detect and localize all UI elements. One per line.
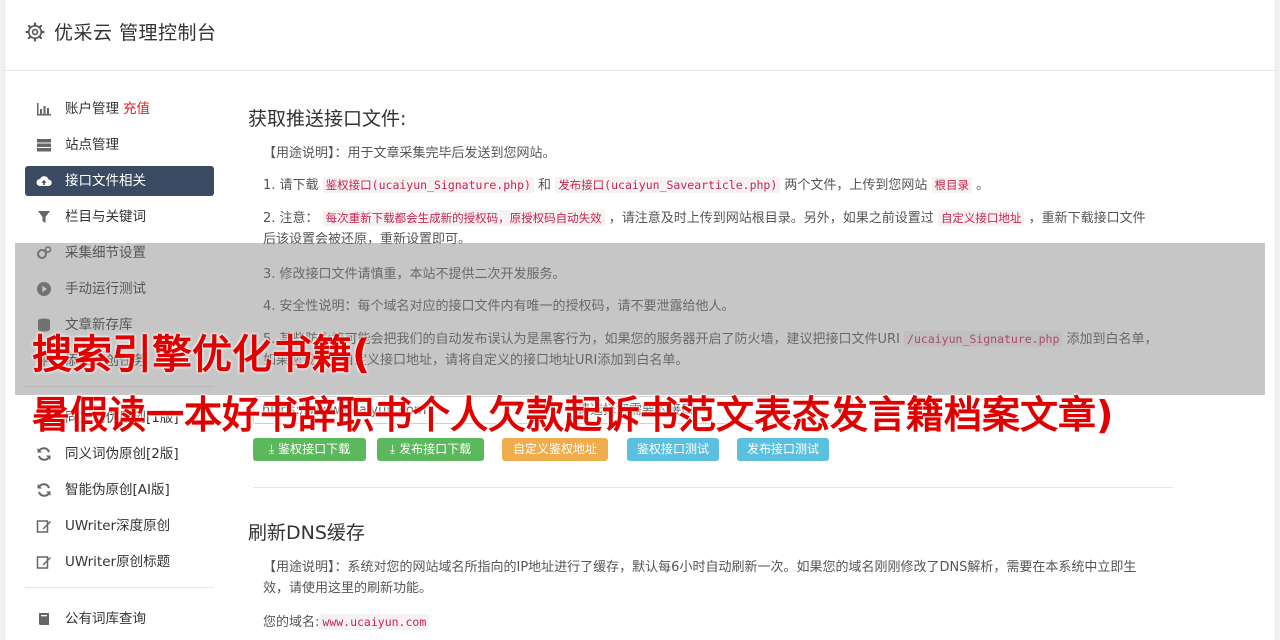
bar-chart-icon [37,103,51,116]
signature-file-name: 鉴权接口(ucaiyun_Signature.php) [322,177,534,193]
sidebar-item-uwriter-title[interactable]: UWriter原创标题 [25,547,214,577]
auth-code-warning: 每次重新下载都会生成新的授权码，原授权码自动失效 [322,210,605,226]
book-icon [38,613,49,625]
download-icon: ⤓ [389,442,396,456]
filter-icon [38,211,50,223]
root-dir-label: 根目录 [931,177,973,193]
domain-value: www.ucaiyun.com [319,614,430,630]
sidebar-item-label: 同义词伪原创[2版] [65,446,179,462]
sidebar-item-label: 站点管理 [65,137,119,153]
cloud-upload-icon [36,176,52,186]
sidebar-item-public-thesaurus[interactable]: 公有词库查询 [25,604,214,634]
section-title-dns: 刷新DNS缓存 [248,522,365,544]
app-header: 优采云 管理控制台 [5,0,1275,71]
sidebar-divider [25,587,214,588]
sidebar-item-ai-rewrite[interactable]: 智能伪原创[AI版] [25,475,214,505]
instruction-1: 1. 请下载 鉴权接口(ucaiyun_Signature.php) 和 发布接… [263,177,990,193]
edit-icon [36,520,51,533]
custom-endpoint-label: 自定义接口地址 [937,210,1025,226]
gear-icon [25,22,45,42]
sidebar-item-uwriter-deep[interactable]: UWriter深度原创 [25,511,214,541]
overlay-headline-line2: 暑假读一本好书辞职书个人欠款起诉书范文表态发言籍档案文章) [32,393,1114,437]
test-signature-button[interactable]: 鉴权接口测试 [627,438,719,461]
edit-icon [36,556,51,569]
download-signature-button[interactable]: ⤓ 鉴权接口下载 [253,438,366,461]
download-publish-button[interactable]: ⤓ 发布接口下载 [377,438,484,461]
download-icon: ⤓ [268,442,275,456]
refresh-icon [37,483,51,497]
savearticle-file-name: 发布接口(ucaiyun_Savearticle.php) [555,177,781,193]
sidebar-item-sites[interactable]: 站点管理 [25,130,214,160]
sidebar-item-label: UWriter原创标题 [65,554,171,570]
usage-note: 【用途说明】：用于文章采集完毕后发送到您网站。 [263,146,556,161]
page-title: 优采云 管理控制台 [54,22,217,44]
refresh-icon [37,447,51,461]
sidebar-item-label: 公有词库查询 [65,611,146,627]
overlay-headline-line1: 搜索引擎优化书籍( [32,332,371,378]
test-publish-button[interactable]: 发布接口测试 [737,438,829,461]
section-title-interface-files: 获取推送接口文件: [248,108,407,130]
sidebar-item-synonym-v2[interactable]: 同义词伪原创[2版] [25,439,214,469]
server-icon [37,139,51,152]
domain-row: 您的域名: www.ucaiyun.com [263,612,430,633]
sidebar-item-label: 智能伪原创[AI版] [65,482,170,498]
sidebar-item-label: 接口文件相关 [65,173,146,189]
dns-usage-note: 【用途说明】：系统对您的网站域名所指向的IP地址进行了缓存，默认每6小时自动刷新… [263,560,1137,596]
sidebar-item-columns-keywords[interactable]: 栏目与关键词 [25,202,214,232]
custom-signature-url-button[interactable]: 自定义鉴权地址 [502,438,608,461]
sidebar-item-label: 账户管理 [65,101,119,117]
sidebar-item-label: UWriter深度原创 [65,518,171,534]
recharge-link[interactable]: 充值 [123,101,150,117]
section-divider [253,487,1173,488]
sidebar-item-account[interactable]: 账户管理 充值 [25,94,214,124]
sidebar-item-label: 栏目与关键词 [65,209,146,225]
sidebar-item-interface-files[interactable]: 接口文件相关 [25,166,214,196]
